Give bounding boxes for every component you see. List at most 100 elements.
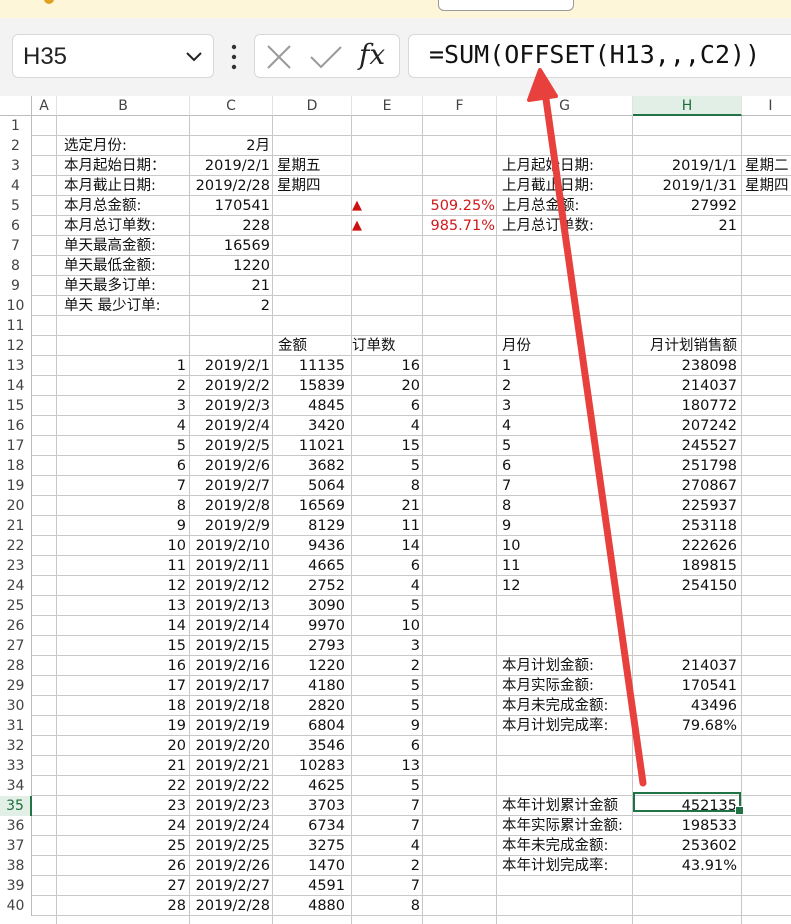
column-header-a[interactable]: A xyxy=(32,96,57,116)
day-amount[interactable]: 3275 xyxy=(273,836,345,856)
day-date[interactable]: 2019/2/4 xyxy=(190,416,270,436)
fill-handle[interactable] xyxy=(735,806,744,815)
month-stat-label[interactable]: 本月计划金额: xyxy=(502,656,632,676)
day-index[interactable]: 1 xyxy=(60,356,186,376)
plan-amount[interactable]: 222626 xyxy=(633,536,737,556)
notification-button[interactable] xyxy=(438,0,574,11)
row-header[interactable]: 4 xyxy=(0,176,32,196)
plan-month[interactable]: 1 xyxy=(502,356,562,376)
plan-amount[interactable]: 251798 xyxy=(633,456,737,476)
plan-month[interactable]: 5 xyxy=(502,436,562,456)
summary-value[interactable]: 2019/2/28 xyxy=(190,176,270,196)
day-index[interactable]: 17 xyxy=(60,676,186,696)
day-date[interactable]: 2019/2/6 xyxy=(190,456,270,476)
prev-month-value[interactable]: 21 xyxy=(633,216,737,236)
year-stat-value[interactable]: 43.91% xyxy=(633,856,737,876)
day-amount[interactable]: 4591 xyxy=(273,876,345,896)
row-header[interactable]: 3 xyxy=(0,156,32,176)
plan-amount[interactable]: 245527 xyxy=(633,436,737,456)
day-orders[interactable]: 14 xyxy=(352,536,420,556)
row-header[interactable]: 37 xyxy=(0,836,32,856)
summary-label[interactable]: 单天最多订单: xyxy=(64,276,194,296)
row-header[interactable]: 8 xyxy=(0,256,32,276)
month-stat-label[interactable]: 本月未完成金额: xyxy=(502,696,632,716)
day-amount[interactable]: 2793 xyxy=(273,636,345,656)
change-percent[interactable]: 985.71% xyxy=(423,216,495,236)
up-triangle-icon[interactable]: ▲ xyxy=(352,216,372,236)
day-orders[interactable]: 2 xyxy=(352,856,420,876)
day-index[interactable]: 23 xyxy=(60,796,186,816)
prev-month-value[interactable]: 2019/1/1 xyxy=(633,156,737,176)
day-date[interactable]: 2019/2/23 xyxy=(190,796,270,816)
day-orders[interactable]: 5 xyxy=(352,596,420,616)
day-orders[interactable]: 3 xyxy=(352,636,420,656)
day-orders[interactable]: 20 xyxy=(352,376,420,396)
chevron-down-icon[interactable] xyxy=(183,45,205,67)
up-triangle-icon[interactable]: ▲ xyxy=(352,196,372,216)
day-date[interactable]: 2019/2/26 xyxy=(190,856,270,876)
row-header[interactable]: 25 xyxy=(0,596,32,616)
day-date[interactable]: 2019/2/11 xyxy=(190,556,270,576)
row-header[interactable]: 33 xyxy=(0,756,32,776)
day-amount[interactable]: 4845 xyxy=(273,396,345,416)
day-date[interactable]: 2019/2/18 xyxy=(190,696,270,716)
day-index[interactable]: 12 xyxy=(60,576,186,596)
summary-label[interactable]: 单天 最少订单: xyxy=(64,296,194,316)
row-header[interactable]: 35 xyxy=(0,796,32,816)
column-header-i[interactable]: I xyxy=(742,96,791,116)
weekday-cell[interactable]: 星期四 xyxy=(745,176,791,196)
row-header[interactable]: 1 xyxy=(0,116,32,136)
day-orders[interactable]: 4 xyxy=(352,836,420,856)
day-date[interactable]: 2019/2/14 xyxy=(190,616,270,636)
day-amount[interactable]: 16569 xyxy=(273,496,345,516)
summary-value[interactable]: 2月 xyxy=(190,136,270,156)
column-header-g[interactable]: G xyxy=(497,96,633,116)
month-stat-value[interactable]: 170541 xyxy=(633,676,737,696)
plan-amount[interactable]: 253118 xyxy=(633,516,737,536)
day-amount[interactable]: 10283 xyxy=(273,756,345,776)
plan-month[interactable]: 9 xyxy=(502,516,562,536)
prev-month-label[interactable]: 上月总金额: xyxy=(502,196,632,216)
plan-amount[interactable]: 225937 xyxy=(633,496,737,516)
enter-checkmark-icon[interactable] xyxy=(309,44,343,70)
prev-month-label[interactable]: 上月截止日期: xyxy=(502,176,632,196)
plan-header[interactable]: 月计划销售额 xyxy=(633,336,737,356)
row-header[interactable]: 13 xyxy=(0,356,32,376)
day-index[interactable]: 15 xyxy=(60,636,186,656)
row-header[interactable]: 10 xyxy=(0,296,32,316)
day-amount[interactable]: 4880 xyxy=(273,896,345,916)
select-all-corner[interactable] xyxy=(0,96,32,116)
plan-amount[interactable]: 270867 xyxy=(633,476,737,496)
day-orders[interactable]: 2 xyxy=(352,656,420,676)
plan-month[interactable]: 11 xyxy=(502,556,562,576)
day-orders[interactable]: 5 xyxy=(352,696,420,716)
plan-month[interactable]: 8 xyxy=(502,496,562,516)
day-amount[interactable]: 2752 xyxy=(273,576,345,596)
year-stat-label[interactable]: 本年计划累计金额 xyxy=(502,796,632,816)
day-amount[interactable]: 3420 xyxy=(273,416,345,436)
summary-label[interactable]: 单天最低金额: xyxy=(64,256,194,276)
day-date[interactable]: 2019/2/3 xyxy=(190,396,270,416)
plan-amount[interactable]: 254150 xyxy=(633,576,737,596)
plan-month[interactable]: 12 xyxy=(502,576,562,596)
day-index[interactable]: 9 xyxy=(60,516,186,536)
cancel-icon[interactable] xyxy=(265,44,293,70)
plan-month[interactable]: 4 xyxy=(502,416,562,436)
day-orders[interactable]: 10 xyxy=(352,616,420,636)
summary-label[interactable]: 本月总金额: xyxy=(64,196,194,216)
day-index[interactable]: 16 xyxy=(60,656,186,676)
year-stat-label[interactable]: 本年实际累计金额: xyxy=(502,816,632,836)
day-orders[interactable]: 16 xyxy=(352,356,420,376)
day-index[interactable]: 22 xyxy=(60,776,186,796)
summary-value[interactable]: 170541 xyxy=(190,196,270,216)
day-orders[interactable]: 6 xyxy=(352,556,420,576)
plan-month[interactable]: 10 xyxy=(502,536,562,556)
row-header[interactable]: 24 xyxy=(0,576,32,596)
summary-label[interactable]: 本月总订单数: xyxy=(64,216,194,236)
row-header[interactable]: 5 xyxy=(0,196,32,216)
plan-amount[interactable]: 207242 xyxy=(633,416,737,436)
day-index[interactable]: 20 xyxy=(60,736,186,756)
row-header[interactable]: 23 xyxy=(0,556,32,576)
day-index[interactable]: 5 xyxy=(60,436,186,456)
day-orders[interactable]: 5 xyxy=(352,776,420,796)
